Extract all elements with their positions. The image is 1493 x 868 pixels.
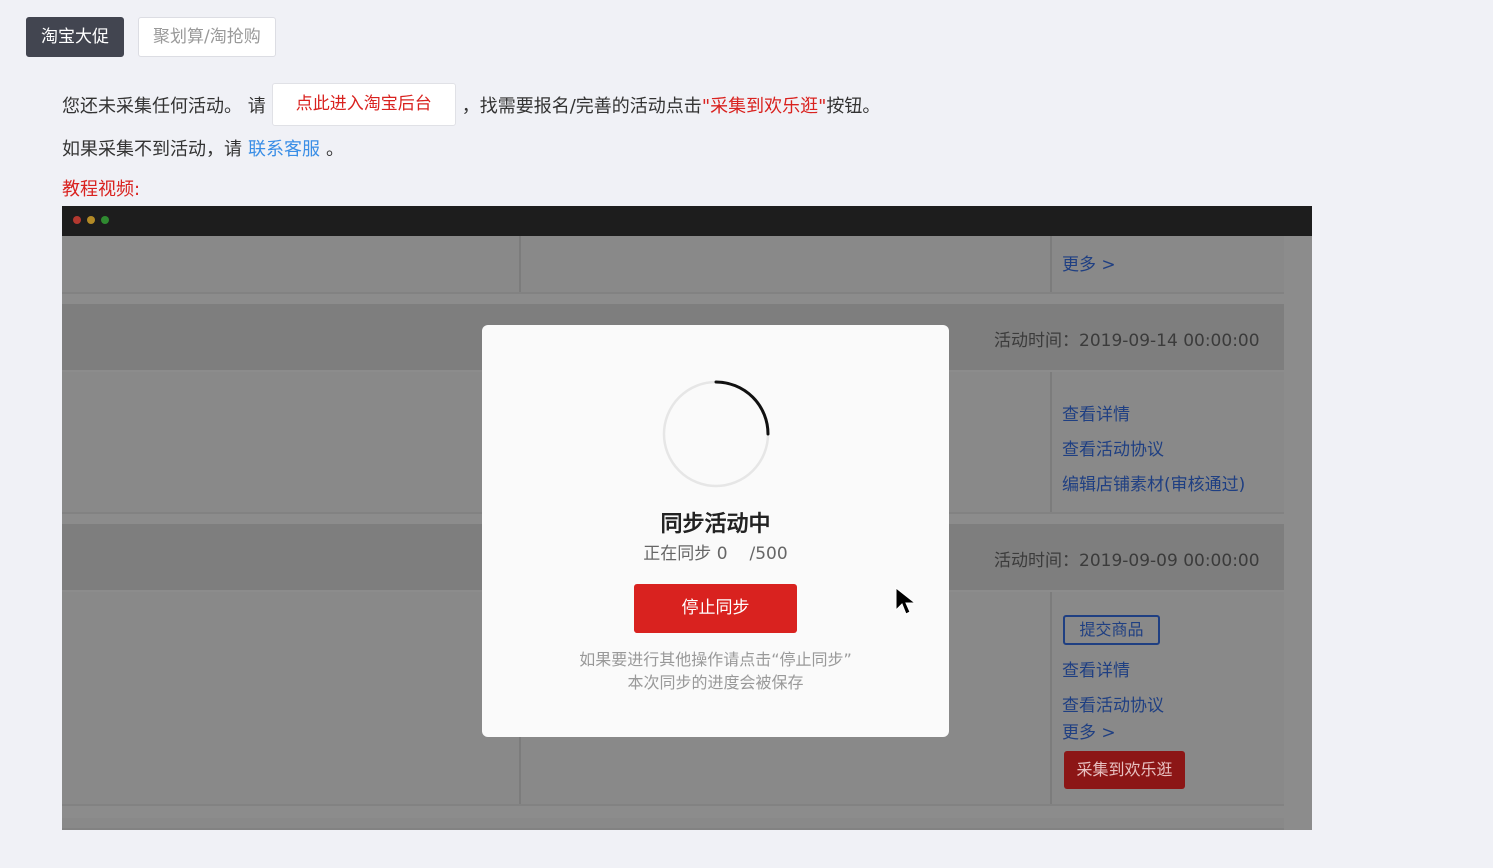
video-link-view-details-2: 查看详情: [1062, 661, 1130, 681]
video-window-titlebar: [62, 206, 1312, 236]
intro-text-middle: ，找需要报名/完善的活动点击: [461, 95, 702, 117]
video-submit-goods-button: 提交商品: [1063, 615, 1160, 645]
tutorial-video[interactable]: 更多 > 活动时间：2019-09-14 00:00:00 查看详情 查看活动协…: [62, 206, 1312, 830]
loading-spinner-icon: [662, 380, 770, 488]
intro-line: 您还未采集任何活动。 请 点此进入淘宝后台 ，找需要报名/完善的活动点击 "采集…: [62, 83, 880, 126]
video-link-view-agreement-1: 查看活动协议: [1062, 440, 1164, 460]
video-activity-time-2: 活动时间：2019-09-09 00:00:00: [994, 551, 1260, 571]
video-row-4: [62, 818, 1284, 830]
sync-progress: 正在同步 0/500: [482, 539, 949, 564]
collect-quote: "采集到欢乐逛": [701, 95, 827, 117]
sync-progress-total: /500: [749, 544, 788, 564]
enter-taobao-backend-button[interactable]: 点此进入淘宝后台: [271, 83, 456, 126]
video-link-view-agreement-2: 查看活动协议: [1062, 696, 1164, 716]
mouse-cursor-icon: [895, 586, 917, 615]
sync-modal: 同步活动中 正在同步 0/500 停止同步 如果要进行其他操作请点击“停止同步”…: [482, 325, 949, 737]
support-text-after: 。: [326, 139, 344, 160]
sync-hint-line2: 本次同步的进度会被保存: [627, 673, 804, 692]
stop-sync-button: 停止同步: [634, 584, 797, 633]
sync-hint: 如果要进行其他操作请点击“停止同步” 本次同步的进度会被保存: [482, 648, 949, 694]
video-link-edit-materials: 编辑店铺素材(审核通过): [1062, 475, 1246, 495]
video-more-link-2: 更多 >: [1062, 723, 1116, 743]
maximize-dot-icon: [101, 216, 109, 224]
video-collect-button: 采集到欢乐逛: [1064, 751, 1185, 789]
close-dot-icon: [73, 216, 81, 224]
video-activity-time-1: 活动时间：2019-09-14 00:00:00: [994, 331, 1260, 351]
sync-progress-prefix: 正在同步: [643, 544, 712, 564]
support-text-before: 如果采集不到活动，请: [62, 139, 242, 160]
video-more-link-1: 更多 >: [1062, 255, 1116, 275]
intro-text-before: 您还未采集任何活动。 请: [62, 95, 266, 117]
support-line: 如果采集不到活动，请 联系客服 。: [62, 135, 344, 161]
sync-progress-current: 0: [716, 544, 728, 564]
tab-taobao-promo[interactable]: 淘宝大促: [26, 17, 124, 57]
video-link-view-details-1: 查看详情: [1062, 405, 1130, 425]
tutorial-label: 教程视频:: [62, 179, 141, 200]
contact-support-link[interactable]: 联系客服: [248, 135, 320, 161]
sync-hint-line1: 如果要进行其他操作请点击“停止同步”: [579, 650, 852, 669]
tab-bar: 淘宝大促 聚划算/淘抢购: [26, 17, 276, 57]
minimize-dot-icon: [87, 216, 95, 224]
tab-juhuasuan[interactable]: 聚划算/淘抢购: [138, 17, 276, 57]
sync-modal-title: 同步活动中: [660, 512, 771, 537]
intro-text-after: 按钮。: [826, 95, 881, 117]
